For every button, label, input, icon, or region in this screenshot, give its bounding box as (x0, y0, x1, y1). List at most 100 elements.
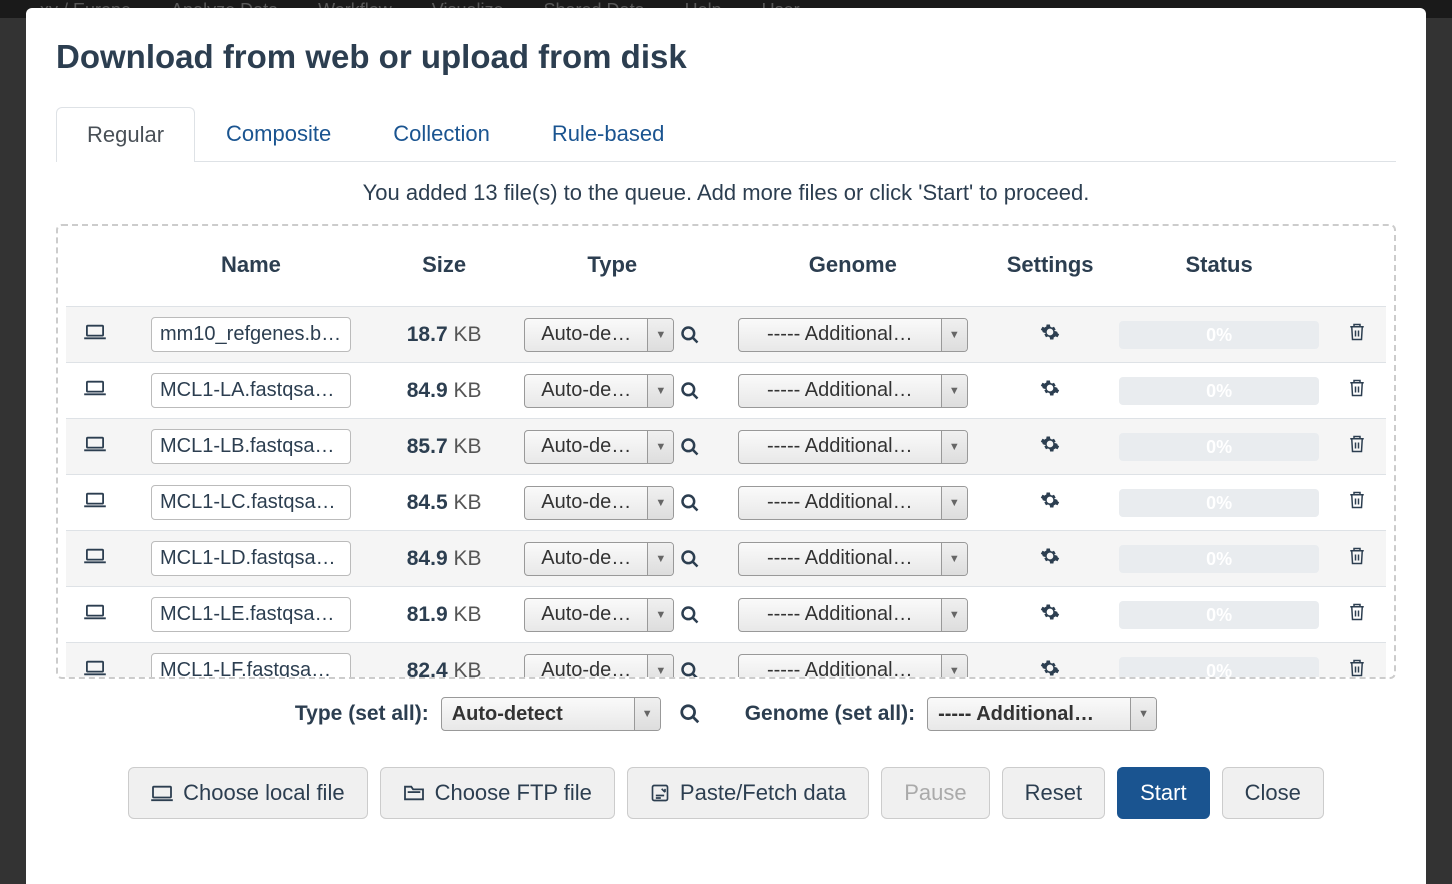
filename-input[interactable] (151, 373, 351, 408)
chevron-down-icon: ▼ (647, 375, 673, 407)
trash-icon[interactable] (1348, 490, 1366, 510)
gear-icon[interactable] (1040, 602, 1060, 622)
filename-input[interactable] (151, 429, 351, 464)
search-icon[interactable] (680, 493, 700, 513)
filename-input[interactable] (151, 317, 351, 352)
file-size-value: 82.4 (407, 659, 448, 680)
laptop-icon (84, 491, 106, 509)
genome-select[interactable]: ----- Additional…▼ (738, 430, 968, 464)
pause-label: Pause (904, 780, 966, 806)
choose-ftp-label: Choose FTP file (435, 780, 592, 806)
close-button[interactable]: Close (1222, 767, 1324, 819)
trash-icon[interactable] (1348, 322, 1366, 342)
start-button[interactable]: Start (1117, 767, 1209, 819)
search-icon[interactable] (680, 437, 700, 457)
chevron-down-icon: ▼ (941, 431, 967, 463)
tab-collection[interactable]: Collection (362, 106, 521, 161)
chevron-down-icon: ▼ (941, 319, 967, 351)
laptop-icon (84, 323, 106, 341)
filename-input[interactable] (151, 541, 351, 576)
genome-value: ----- Additional… (739, 603, 941, 626)
filename-input[interactable] (151, 653, 351, 679)
genome-select[interactable]: ----- Additional…▼ (738, 374, 968, 408)
type-select[interactable]: Auto-de…▼ (524, 318, 674, 352)
upload-modal: Download from web or upload from disk Re… (26, 8, 1426, 884)
col-settings: Settings (991, 234, 1109, 307)
filename-input[interactable] (151, 485, 351, 520)
genome-select[interactable]: ----- Additional…▼ (738, 654, 968, 680)
genome-value: ----- Additional… (739, 435, 941, 458)
genome-value: ----- Additional… (739, 547, 941, 570)
col-source-icon (66, 234, 123, 307)
file-size-unit: KB (453, 547, 481, 570)
type-select[interactable]: Auto-de…▼ (524, 430, 674, 464)
gear-icon[interactable] (1040, 546, 1060, 566)
chevron-down-icon: ▼ (647, 655, 673, 680)
genome-value: ----- Additional… (739, 323, 941, 346)
gear-icon[interactable] (1040, 434, 1060, 454)
search-icon[interactable] (680, 605, 700, 625)
type-set-all-select[interactable]: Auto-detect ▼ (441, 697, 661, 731)
progress-bar: 0% (1119, 489, 1319, 517)
chevron-down-icon: ▼ (941, 543, 967, 575)
footer-buttons: Choose local file Choose FTP file Paste/… (56, 741, 1396, 849)
trash-icon[interactable] (1348, 658, 1366, 678)
queue-table: Name Size Type Genome Settings Status 18… (66, 234, 1386, 679)
chevron-down-icon: ▼ (941, 599, 967, 631)
type-select[interactable]: Auto-de…▼ (524, 542, 674, 576)
type-value: Auto-de… (525, 323, 647, 346)
genome-set-all-select[interactable]: ----- Additional… ▼ (927, 697, 1157, 731)
search-icon[interactable] (679, 703, 701, 725)
filename-input[interactable] (151, 597, 351, 632)
tab-regular[interactable]: Regular (56, 107, 195, 162)
file-size-value: 85.7 (407, 435, 448, 458)
trash-icon[interactable] (1348, 602, 1366, 622)
chevron-down-icon: ▼ (647, 487, 673, 519)
col-type: Type (510, 234, 715, 307)
reset-label: Reset (1025, 780, 1082, 806)
laptop-icon (84, 659, 106, 677)
search-icon[interactable] (680, 325, 700, 345)
genome-select[interactable]: ----- Additional…▼ (738, 598, 968, 632)
tab-composite[interactable]: Composite (195, 106, 362, 161)
file-size-unit: KB (453, 379, 481, 402)
trash-icon[interactable] (1348, 546, 1366, 566)
type-value: Auto-de… (525, 603, 647, 626)
pause-button[interactable]: Pause (881, 767, 989, 819)
file-size-unit: KB (453, 491, 481, 514)
genome-select[interactable]: ----- Additional…▼ (738, 318, 968, 352)
gear-icon[interactable] (1040, 378, 1060, 398)
search-icon[interactable] (680, 661, 700, 680)
type-select[interactable]: Auto-de…▼ (524, 654, 674, 680)
laptop-icon (84, 379, 106, 397)
genome-value: ----- Additional… (739, 491, 941, 514)
genome-select[interactable]: ----- Additional…▼ (738, 542, 968, 576)
type-select[interactable]: Auto-de…▼ (524, 598, 674, 632)
genome-set-all-label: Genome (set all): (745, 702, 915, 726)
choose-ftp-file-button[interactable]: Choose FTP file (380, 767, 615, 819)
progress-bar: 0% (1119, 433, 1319, 461)
chevron-down-icon: ▼ (647, 599, 673, 631)
search-icon[interactable] (680, 381, 700, 401)
progress-bar: 0% (1119, 601, 1319, 629)
chevron-down-icon: ▼ (634, 698, 660, 730)
choose-local-file-button[interactable]: Choose local file (128, 767, 367, 819)
search-icon[interactable] (680, 549, 700, 569)
col-size: Size (378, 234, 509, 307)
trash-icon[interactable] (1348, 378, 1366, 398)
file-size-unit: KB (453, 659, 481, 680)
choose-local-label: Choose local file (183, 780, 344, 806)
genome-select[interactable]: ----- Additional…▼ (738, 486, 968, 520)
gear-icon[interactable] (1040, 322, 1060, 342)
trash-icon[interactable] (1348, 434, 1366, 454)
table-row: 84.9 KBAuto-de…▼----- Additional…▼0% (66, 363, 1386, 419)
tab-rule-based[interactable]: Rule-based (521, 106, 696, 161)
gear-icon[interactable] (1040, 490, 1060, 510)
type-select[interactable]: Auto-de…▼ (524, 486, 674, 520)
reset-button[interactable]: Reset (1002, 767, 1105, 819)
gear-icon[interactable] (1040, 658, 1060, 678)
table-row: 81.9 KBAuto-de…▼----- Additional…▼0% (66, 587, 1386, 643)
col-genome: Genome (715, 234, 991, 307)
paste-fetch-button[interactable]: Paste/Fetch data (627, 767, 869, 819)
type-select[interactable]: Auto-de…▼ (524, 374, 674, 408)
